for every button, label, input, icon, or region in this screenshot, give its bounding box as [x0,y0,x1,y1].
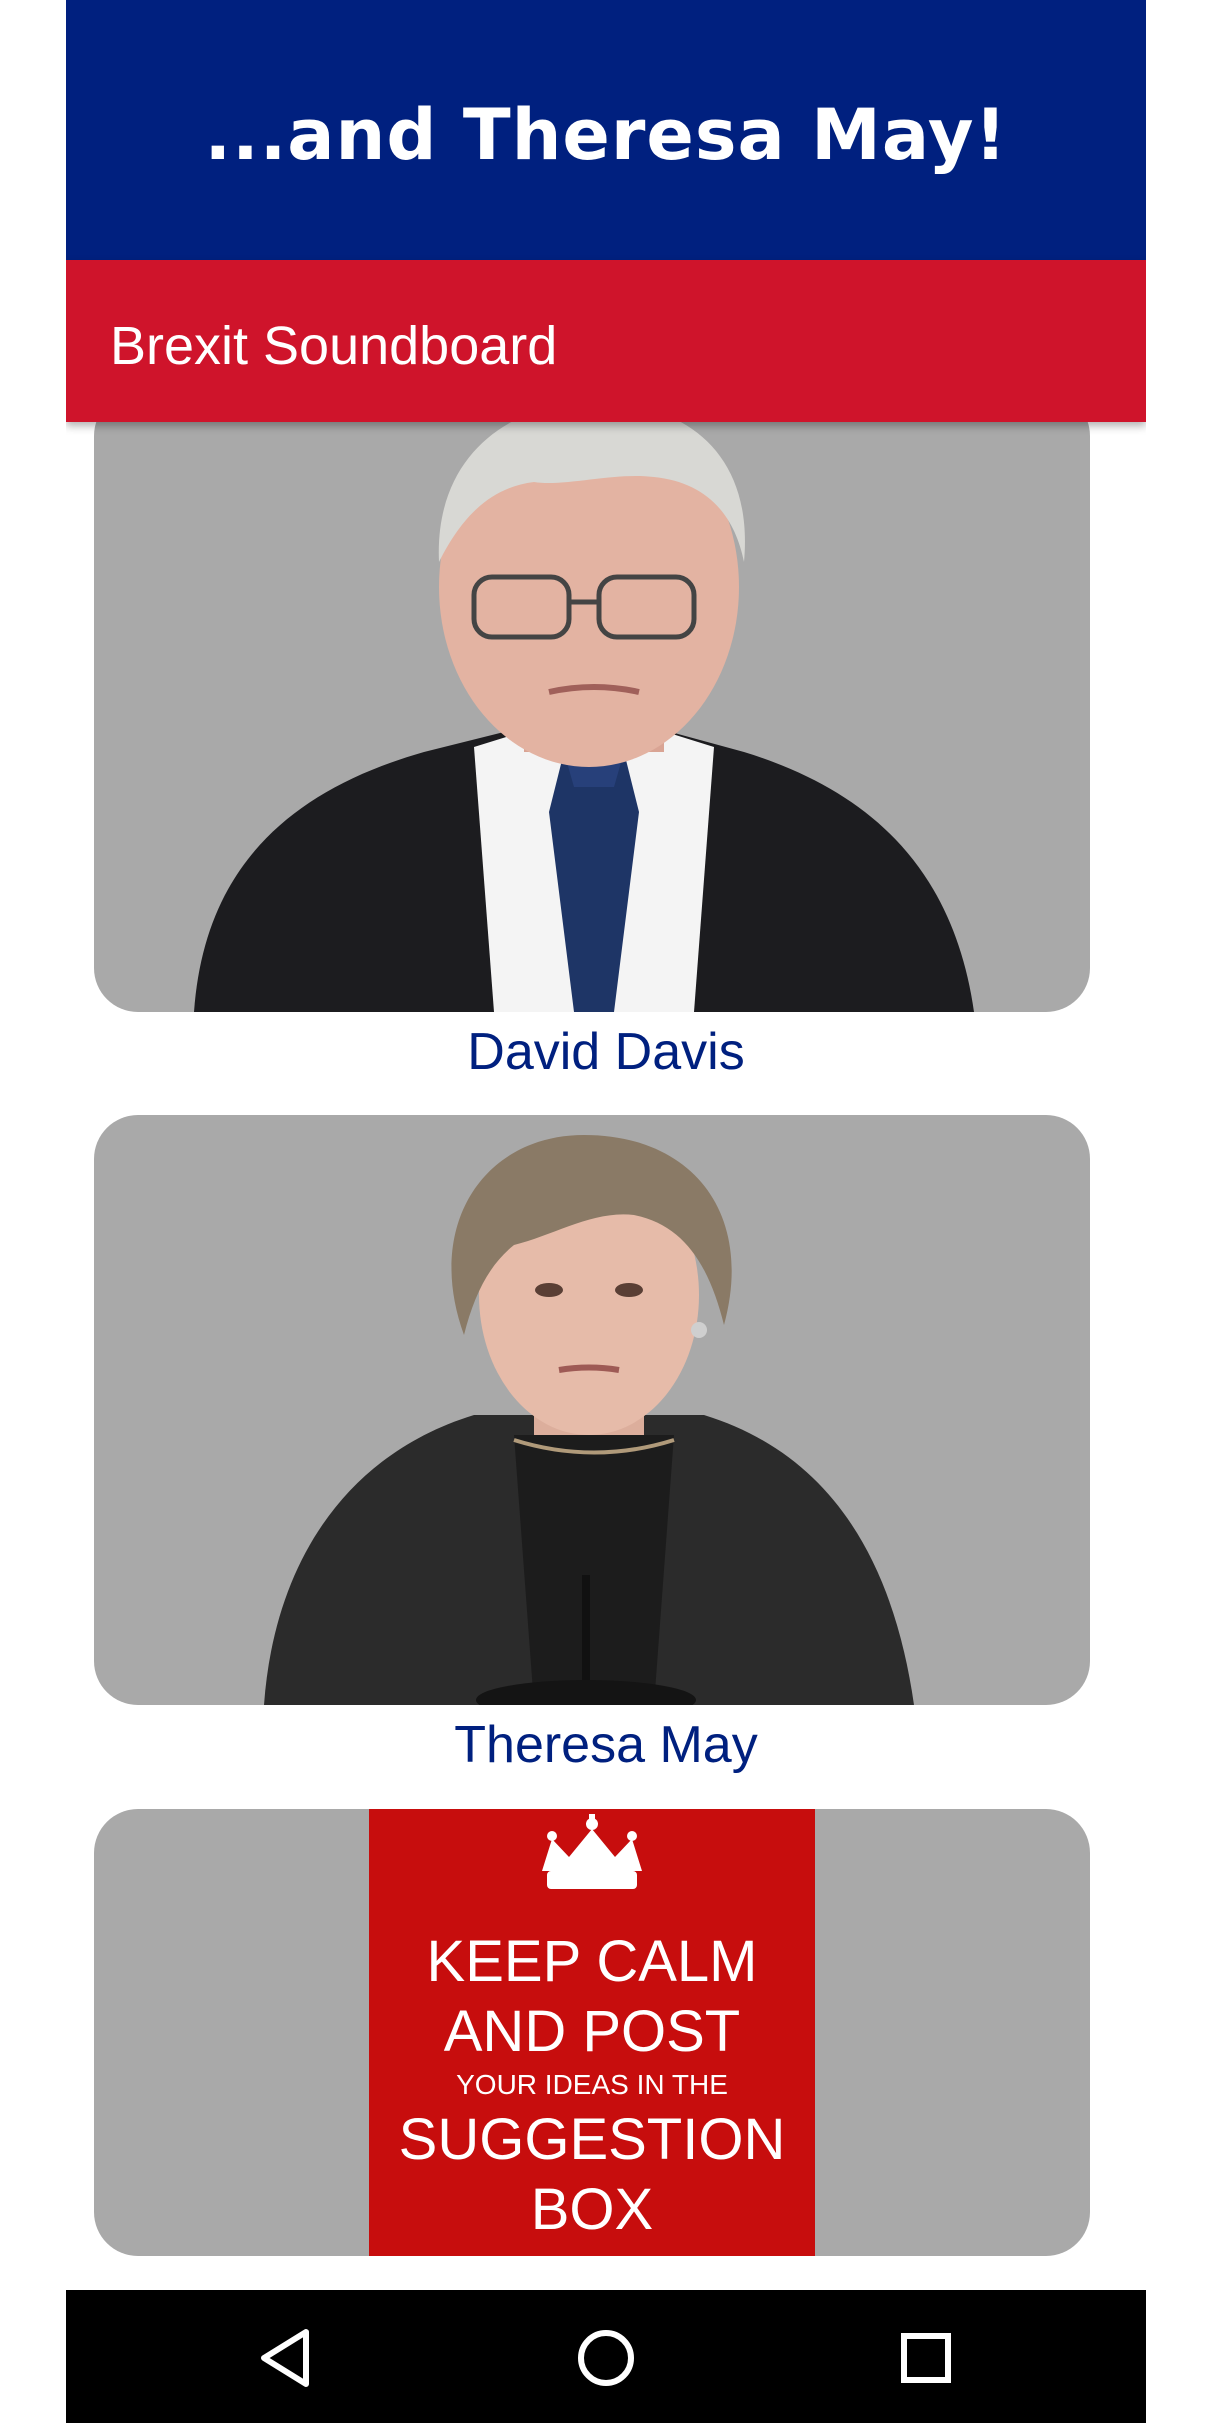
home-circle-icon [578,2330,634,2386]
app-bar: Brexit Soundboard [66,260,1146,422]
recents-button[interactable] [876,2310,976,2406]
david-davis-caption: David Davis [467,1023,745,1081]
poster-line-4: SUGGESTION [399,2107,786,2172]
top-banner: ...and Theresa May! [66,0,1146,260]
david-davis-card[interactable] [94,422,1090,1012]
recents-square-icon [901,2333,951,2383]
app-title: Brexit Soundboard [110,316,558,376]
poster-line-5: BOX [531,2177,654,2242]
soundboard-list[interactable]: David Davis Theresa May KEEP CALM AND PO… [66,422,1146,2290]
poster-line-3: YOUR IDEAS IN THE [456,2069,728,2100]
back-button[interactable] [236,2310,336,2406]
suggestion-box-card[interactable]: KEEP CALM AND POST YOUR IDEAS IN THE SUG… [94,1809,1090,2256]
banner-title: ...and Theresa May! [204,94,1008,176]
app-screen: ...and Theresa May! Brexit Soundboard Da… [66,0,1146,2423]
back-triangle-icon [261,2329,309,2387]
theresa-may-caption: Theresa May [454,1716,758,1774]
home-button[interactable] [556,2310,656,2406]
david-davis-photo [194,422,974,1012]
keep-calm-poster: KEEP CALM AND POST YOUR IDEAS IN THE SUG… [369,1809,815,2256]
theresa-may-card[interactable] [94,1115,1090,1705]
poster-line-1: KEEP CALM [427,1929,758,1994]
system-nav-bar [66,2290,1146,2423]
poster-line-2: AND POST [444,1999,741,2064]
theresa-may-photo [264,1135,914,1705]
